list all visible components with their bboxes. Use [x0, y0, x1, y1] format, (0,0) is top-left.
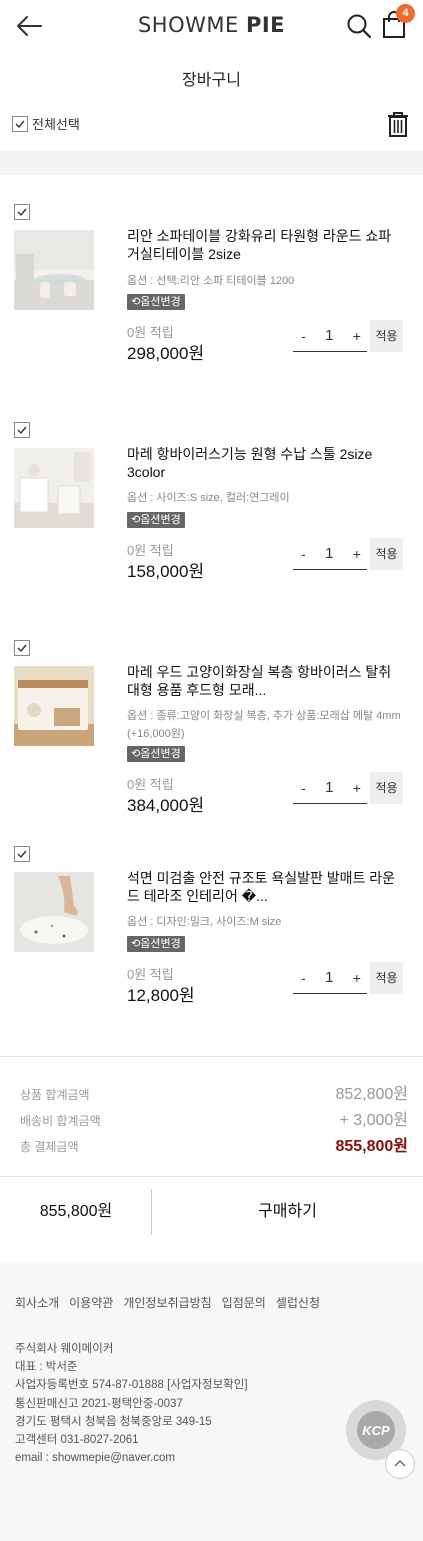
page-title: 장바구니 [182, 72, 241, 89]
ceo-name: 대표 : 박서준 [15, 1361, 78, 1374]
grand-total-value: 855,800원 [335, 1138, 408, 1155]
quantity-stepper[interactable]: - 1 + [293, 320, 367, 352]
product-price: 298,000원 [127, 344, 205, 363]
logo-accent: PIE [245, 13, 286, 37]
apply-button[interactable]: 적용 [370, 962, 403, 994]
quantity-stepper[interactable]: - 1 + [293, 538, 367, 570]
product-name[interactable]: 석면 미검출 안전 규조토 욕실발판 발매트 라운드 테라조 인테리어 �... [127, 869, 407, 905]
select-all-checkbox[interactable]: 전체선택 [12, 114, 80, 133]
qty-minus-button[interactable]: - [301, 328, 306, 344]
qty-value[interactable]: 1 [325, 779, 333, 796]
cart-item: 석면 미검출 안전 규조토 욕실발판 발매트 라운드 테라조 인테리어 �...… [0, 846, 423, 1016]
purchase-total: 855,800원 [39, 1203, 113, 1220]
quantity-stepper[interactable]: - 1 + [293, 962, 367, 994]
trash-icon[interactable] [386, 110, 410, 138]
business-number[interactable]: 사업자등록번호 574-87-01888 [사업자정보확인] [15, 1376, 248, 1394]
products-total-value: 852,800원 [335, 1086, 408, 1103]
kcp-label: KCP [362, 1423, 390, 1438]
item-checkbox[interactable] [14, 422, 30, 438]
select-all-label: 전체선택 [32, 117, 80, 132]
grand-total-label: 총 결제금액 [20, 1140, 79, 1154]
product-image[interactable] [14, 448, 94, 528]
product-option: 옵션 : 종류:고양이 화장실 복층, 추가 상품:모래삽 메탈 4mm (+1… [127, 710, 401, 740]
qty-plus-button[interactable]: + [353, 780, 361, 796]
quantity-stepper[interactable]: - 1 + [293, 772, 367, 804]
product-name[interactable]: 마레 우드 고양이화장실 복층 항바이러스 탈취 대형 용품 후드형 모래... [127, 663, 407, 699]
products-total-row: 상품 합계금액 852,800원 [20, 1080, 408, 1104]
qty-minus-button[interactable]: - [301, 780, 306, 796]
qty-value[interactable]: 1 [325, 545, 333, 562]
cart-item: 마레 항바이러스기능 원형 수납 스툴 2size 3color 옵션 : 사이… [0, 422, 423, 592]
footer-link-partnership[interactable]: 입점문의 [222, 1294, 266, 1311]
qty-minus-button[interactable]: - [301, 546, 306, 562]
item-checkbox[interactable] [14, 640, 30, 656]
mail-order-number: 통신판매신고 2021-평택안중-0037 [15, 1397, 183, 1410]
shipping-total-row: 배송비 합계금액 + 3,000원 [20, 1106, 408, 1130]
product-price: 158,000원 [127, 562, 205, 581]
option-change-button[interactable]: ⟲옵션변경 [127, 936, 185, 952]
footer-links: 회사소개 이용약관 개인정보취급방침 입점문의 셀럽신청 [15, 1294, 320, 1311]
header: SHOWME PIE 4 [0, 0, 423, 52]
item-checkbox[interactable] [14, 204, 30, 220]
product-option: 옵션 : 사이즈:S size, 컬러:연그레이 [127, 492, 290, 504]
option-change-button[interactable]: ⟲옵션변경 [127, 746, 185, 762]
grand-total-row: 총 결제금액 855,800원 [20, 1132, 408, 1156]
summary-divider [0, 1056, 423, 1057]
logo-main: SHOWME [137, 13, 246, 37]
section-divider [0, 150, 423, 175]
footer-link-privacy[interactable]: 개인정보취급방침 [123, 1294, 211, 1311]
company-email: email : showmepie@naver.com [15, 1452, 175, 1465]
chevron-up-icon [394, 1460, 406, 1467]
product-price: 384,000원 [127, 796, 205, 815]
company-info: 주식회사 웨이메이커 대표 : 박서준 사업자등록번호 574-87-01888… [15, 1340, 248, 1467]
apply-button[interactable]: 적용 [370, 320, 403, 352]
product-option: 옵션 : 선택:리안 소파 티테이블 1200 [127, 275, 295, 287]
item-checkbox[interactable] [14, 846, 30, 862]
product-image[interactable] [14, 872, 94, 952]
apply-button[interactable]: 적용 [370, 538, 403, 570]
qty-plus-button[interactable]: + [353, 546, 361, 562]
shipping-total-value: + 3,000원 [339, 1112, 408, 1129]
shipping-total-label: 배송비 합계금액 [20, 1114, 101, 1128]
search-icon[interactable] [345, 12, 373, 40]
qty-value[interactable]: 1 [325, 969, 333, 986]
option-change-button[interactable]: ⟲옵션변경 [127, 512, 185, 528]
customer-center: 고객센터 031-8027-2061 [15, 1434, 139, 1447]
products-total-label: 상품 합계금액 [20, 1088, 90, 1102]
option-change-button[interactable]: ⟲옵션변경 [127, 294, 185, 310]
product-image[interactable] [14, 666, 94, 746]
product-name[interactable]: 마레 항바이러스기능 원형 수납 스툴 2size 3color [127, 445, 407, 481]
product-name[interactable]: 리안 소파테이블 강화유리 타원형 라운드 쇼파 거실티테이블 2size [127, 227, 407, 263]
qty-minus-button[interactable]: - [301, 970, 306, 986]
cart-item: 마레 우드 고양이화장실 복층 항바이러스 탈취 대형 용품 후드형 모래...… [0, 640, 423, 815]
footer-link-terms[interactable]: 이용약관 [69, 1294, 113, 1311]
qty-plus-button[interactable]: + [353, 970, 361, 986]
product-price: 12,800원 [127, 986, 195, 1005]
footer: 회사소개 이용약관 개인정보취급방침 입점문의 셀럽신청 주식회사 웨이메이커 … [0, 1262, 423, 1541]
scroll-top-button[interactable] [385, 1449, 415, 1479]
apply-button[interactable]: 적용 [370, 772, 403, 804]
qty-plus-button[interactable]: + [353, 328, 361, 344]
product-image[interactable] [14, 230, 94, 310]
cart-item: 리안 소파테이블 강화유리 타원형 라운드 쇼파 거실티테이블 2size 옵션… [0, 204, 423, 374]
company-address: 경기도 평택시 청북읍 청북중앙로 349-15 [15, 1415, 212, 1428]
footer-link-about[interactable]: 회사소개 [15, 1294, 59, 1311]
purchase-bar: 855,800원 구매하기 [0, 1176, 423, 1262]
checkbox-checked-icon[interactable] [12, 115, 28, 132]
product-option: 옵션 : 디자인:밀크, 사이즈:M size [127, 916, 282, 928]
company-name: 주식회사 웨이메이커 [15, 1343, 114, 1355]
footer-link-celeb[interactable]: 셀럽신청 [276, 1294, 320, 1311]
buy-button[interactable]: 구매하기 [152, 1177, 423, 1247]
cart-count-badge: 4 [396, 4, 415, 23]
qty-value[interactable]: 1 [325, 327, 333, 344]
